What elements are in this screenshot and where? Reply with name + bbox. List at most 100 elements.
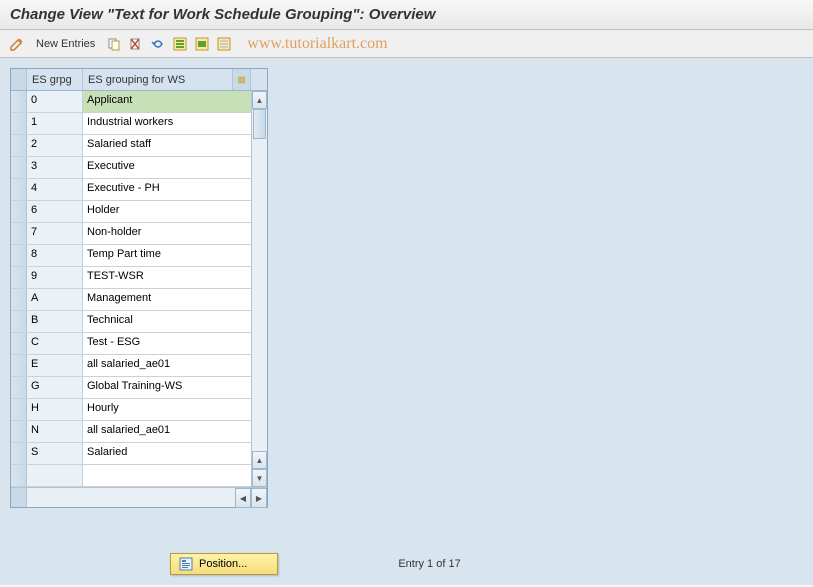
cell-desc[interactable]: Holder [83, 201, 251, 222]
column-header-grpg[interactable]: ES grpg [27, 69, 83, 90]
scroll-right-icon[interactable]: ▶ [251, 488, 267, 508]
cell-grpg[interactable]: 8 [27, 245, 83, 266]
delete-icon[interactable] [127, 35, 145, 53]
cell-grpg[interactable]: C [27, 333, 83, 354]
cell-grpg[interactable]: E [27, 355, 83, 376]
select-all-icon[interactable] [171, 35, 189, 53]
table-header: ES grpg ES grouping for WS [11, 69, 267, 91]
row-selector[interactable] [11, 113, 27, 134]
row-selector[interactable] [11, 223, 27, 244]
copy-icon[interactable] [105, 35, 123, 53]
cell-grpg[interactable]: 1 [27, 113, 83, 134]
scroll-track[interactable] [252, 109, 267, 451]
watermark-text: www.tutorialkart.com [247, 35, 387, 53]
row-selector[interactable] [11, 311, 27, 332]
cell-grpg[interactable]: B [27, 311, 83, 332]
table-row[interactable]: HHourly [11, 399, 251, 421]
table-row[interactable]: 3Executive [11, 157, 251, 179]
row-selector[interactable] [11, 333, 27, 354]
row-selector[interactable] [11, 267, 27, 288]
cell-desc [83, 465, 251, 486]
cell-grpg[interactable]: 6 [27, 201, 83, 222]
table-row[interactable]: AManagement [11, 289, 251, 311]
scroll-up-icon[interactable]: ▲ [252, 91, 267, 109]
row-selector[interactable] [11, 289, 27, 310]
cell-grpg[interactable]: 9 [27, 267, 83, 288]
table-row[interactable]: Nall salaried_ae01 [11, 421, 251, 443]
column-header-desc[interactable]: ES grouping for WS [83, 69, 233, 90]
row-selector[interactable] [11, 245, 27, 266]
cell-desc[interactable]: Executive [83, 157, 251, 178]
cell-desc[interactable]: Test - ESG [83, 333, 251, 354]
cell-desc[interactable]: Salaried [83, 443, 251, 464]
row-selector[interactable] [11, 443, 27, 464]
row-selector[interactable] [11, 91, 27, 112]
table-row[interactable]: 4Executive - PH [11, 179, 251, 201]
footer-corner [11, 488, 27, 507]
cell-grpg[interactable]: N [27, 421, 83, 442]
scroll-thumb[interactable] [253, 109, 266, 139]
vertical-scrollbar[interactable]: ▲ ▲ ▼ [251, 91, 267, 487]
cell-grpg[interactable]: 7 [27, 223, 83, 244]
undo-icon[interactable] [149, 35, 167, 53]
cell-grpg[interactable]: 4 [27, 179, 83, 200]
table-footer: ◀ ▶ [11, 487, 267, 507]
table-row[interactable]: 9TEST-WSR [11, 267, 251, 289]
cell-desc[interactable]: Salaried staff [83, 135, 251, 156]
cell-desc[interactable]: all salaried_ae01 [83, 421, 251, 442]
cell-desc[interactable]: TEST-WSR [83, 267, 251, 288]
cell-desc[interactable]: Hourly [83, 399, 251, 420]
hscroll-track[interactable] [27, 488, 235, 507]
cell-desc[interactable]: Applicant [83, 91, 251, 112]
cell-desc[interactable]: Non-holder [83, 223, 251, 244]
cell-grpg[interactable]: H [27, 399, 83, 420]
select-block-icon[interactable] [193, 35, 211, 53]
cell-desc[interactable]: Global Training-WS [83, 377, 251, 398]
table-row[interactable]: 8Temp Part time [11, 245, 251, 267]
table-row[interactable]: 7Non-holder [11, 223, 251, 245]
edit-icon[interactable] [8, 35, 26, 53]
row-selector[interactable] [11, 421, 27, 442]
row-selector[interactable] [11, 135, 27, 156]
table-row[interactable]: BTechnical [11, 311, 251, 333]
table-row[interactable]: CTest - ESG [11, 333, 251, 355]
cell-grpg[interactable]: A [27, 289, 83, 310]
content-area: ES grpg ES grouping for WS 0Applicant1In… [0, 58, 813, 585]
scroll-down-icon[interactable]: ▲ [252, 451, 267, 469]
cell-desc[interactable]: Temp Part time [83, 245, 251, 266]
cell-desc[interactable]: all salaried_ae01 [83, 355, 251, 376]
cell-desc[interactable]: Technical [83, 311, 251, 332]
scroll-down2-icon[interactable]: ▼ [252, 469, 267, 487]
cell-desc[interactable]: Industrial workers [83, 113, 251, 134]
table-row[interactable]: 0Applicant [11, 91, 251, 113]
row-selector[interactable] [11, 179, 27, 200]
row-select-header[interactable] [11, 69, 27, 90]
row-selector[interactable] [11, 201, 27, 222]
new-entries-button[interactable]: New Entries [36, 38, 95, 50]
row-selector[interactable] [11, 377, 27, 398]
table-row[interactable]: 1Industrial workers [11, 113, 251, 135]
table-row[interactable]: GGlobal Training-WS [11, 377, 251, 399]
cell-grpg[interactable]: S [27, 443, 83, 464]
cell-grpg [27, 465, 83, 486]
table-row[interactable]: SSalaried [11, 443, 251, 465]
deselect-all-icon[interactable] [215, 35, 233, 53]
cell-desc[interactable]: Executive - PH [83, 179, 251, 200]
table-row[interactable]: 6Holder [11, 201, 251, 223]
empty-row [11, 465, 251, 487]
row-selector[interactable] [11, 399, 27, 420]
scroll-left-icon[interactable]: ◀ [235, 488, 251, 508]
cell-grpg[interactable]: 3 [27, 157, 83, 178]
cell-grpg[interactable]: 2 [27, 135, 83, 156]
position-label: Position... [199, 558, 247, 570]
table-row[interactable]: 2Salaried staff [11, 135, 251, 157]
cell-grpg[interactable]: G [27, 377, 83, 398]
position-button[interactable]: Position... [170, 553, 278, 575]
cell-grpg[interactable]: 0 [27, 91, 83, 112]
table-row[interactable]: Eall salaried_ae01 [11, 355, 251, 377]
position-icon [179, 557, 193, 571]
table-config-icon[interactable] [233, 69, 251, 90]
row-selector[interactable] [11, 157, 27, 178]
row-selector[interactable] [11, 355, 27, 376]
cell-desc[interactable]: Management [83, 289, 251, 310]
